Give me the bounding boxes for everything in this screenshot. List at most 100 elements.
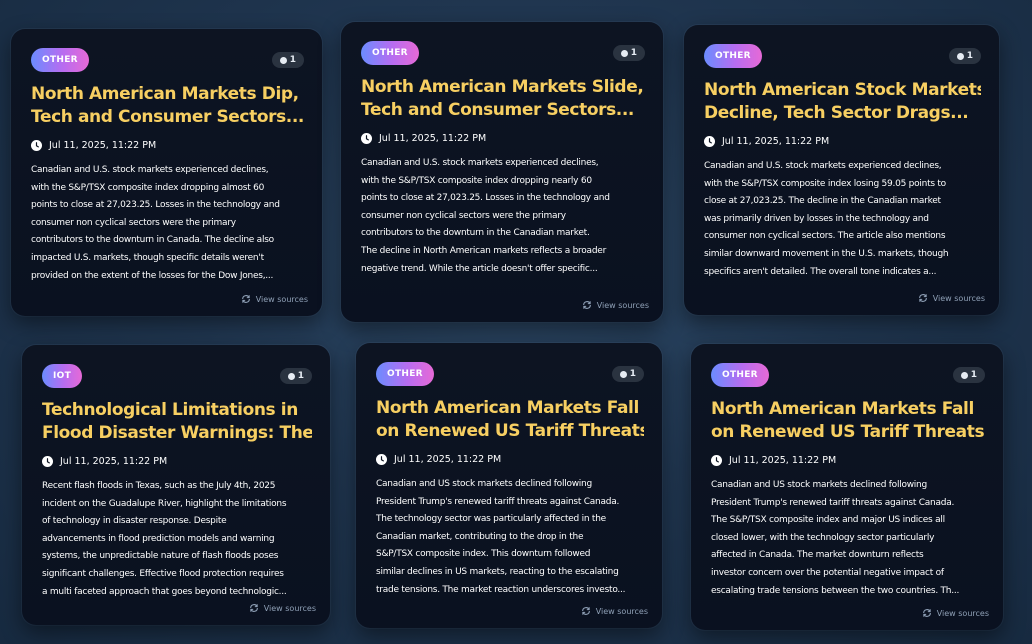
summary-line: escalating trade tensions between the tw…	[711, 585, 960, 596]
clock-icon	[704, 136, 715, 147]
source-count: 1	[629, 369, 636, 379]
refresh-icon	[581, 607, 590, 615]
view-sources-link[interactable]: View sources	[249, 603, 316, 613]
category-tag[interactable]: OTHER	[361, 41, 419, 65]
published-date: Jul 11, 2025, 11:22 PM	[376, 454, 644, 465]
article-title-line: North American Stock Markets	[704, 80, 981, 100]
summary-line: consumer non cyclical sectors were the p…	[31, 217, 236, 228]
article-title-line: North American Markets Dip,	[31, 84, 299, 104]
source-count-badge: 1	[611, 366, 644, 382]
view-sources-label: View sources	[596, 300, 649, 310]
article-title[interactable]: North American Markets Slide, Tech and C…	[361, 76, 645, 122]
category-tag[interactable]: OTHER	[711, 363, 769, 387]
summary-line: points to close at 27,023.25. Losses in …	[361, 193, 610, 204]
refresh-icon	[241, 295, 250, 303]
news-card[interactable]: IOT 1 Technological Limitations in Flood…	[22, 345, 330, 625]
summary-line: was primarily driven by losses in the te…	[704, 213, 929, 224]
summary-line: provided on the extent of the losses for…	[31, 270, 274, 281]
summary-line: closed lower, with the technology sector…	[711, 532, 935, 543]
summary-line: Canadian and U.S. stock markets experien…	[361, 158, 599, 168]
view-sources-link[interactable]: View sources	[581, 606, 648, 616]
category-tag[interactable]: OTHER	[376, 362, 434, 386]
refresh-icon	[582, 301, 591, 309]
article-title-line: Technological Limitations in	[42, 400, 298, 420]
summary-line: trade tensions. The market reaction unde…	[376, 584, 626, 595]
summary-line: affected in Canada. The market downturn …	[711, 550, 924, 561]
news-card[interactable]: OTHER 1 North American Markets Fall on R…	[356, 343, 662, 628]
clock-icon	[42, 456, 53, 467]
published-date: Jul 11, 2025, 11:22 PM	[31, 140, 304, 151]
view-sources-label: View sources	[263, 603, 316, 613]
category-tag[interactable]: IOT	[42, 364, 83, 388]
source-count-badge: 1	[948, 48, 981, 64]
article-summary: Canadian and US stock markets declined f…	[711, 477, 985, 600]
dot-icon	[960, 371, 968, 379]
summary-line: Recent flash floods in Texas, such as th…	[42, 481, 276, 491]
summary-line: contributors to the downturn in the Cana…	[361, 228, 590, 239]
summary-line: systems, the unpredictable nature of fla…	[42, 551, 279, 562]
summary-line: The decline in North American markets re…	[361, 245, 607, 256]
dot-icon	[279, 56, 287, 64]
refresh-icon	[922, 609, 931, 617]
category-tag[interactable]: OTHER	[704, 44, 762, 68]
date-text: Jul 11, 2025, 11:22 PM	[60, 456, 168, 467]
summary-line: Canadian and US stock markets declined f…	[711, 480, 927, 490]
article-title-line: Tech and Consumer Sectors...	[31, 107, 304, 127]
published-date: Jul 11, 2025, 11:22 PM	[711, 455, 985, 466]
article-title[interactable]: North American Stock Markets Decline, Te…	[704, 79, 981, 125]
summary-line: incident on the Guadalupe River, highlig…	[42, 498, 287, 509]
view-sources-link[interactable]: View sources	[918, 293, 985, 303]
summary-line: points to close at 27,023.25. Losses in …	[31, 200, 280, 211]
article-title-line: North American Markets Fall	[711, 399, 974, 419]
refresh-icon	[918, 294, 927, 302]
summary-line: of technology in disaster response. Desp…	[42, 516, 227, 527]
summary-line: The technology sector was particularly a…	[376, 514, 606, 525]
article-summary: Canadian and U.S. stock markets experien…	[31, 162, 304, 285]
summary-line: negative trend. While the article doesn'…	[361, 263, 598, 274]
article-title[interactable]: North American Markets Fall on Renewed U…	[376, 397, 644, 443]
date-text: Jul 11, 2025, 11:22 PM	[394, 454, 502, 465]
summary-line: President Trump's renewed tariff threats…	[711, 497, 955, 508]
article-title[interactable]: North American Markets Dip, Tech and Con…	[31, 83, 304, 129]
source-count-badge: 1	[271, 52, 304, 68]
article-summary: Canadian and US stock markets declined f…	[376, 476, 644, 599]
article-title-line: North American Markets Fall	[376, 398, 639, 418]
date-text: Jul 11, 2025, 11:22 PM	[379, 133, 487, 144]
news-card[interactable]: OTHER 1 North American Stock Markets Dec…	[684, 25, 999, 315]
published-date: Jul 11, 2025, 11:22 PM	[361, 133, 645, 144]
summary-line: similar downward movement in the U.S. ma…	[704, 248, 949, 259]
dot-icon	[287, 372, 295, 380]
view-sources-link[interactable]: View sources	[922, 608, 989, 618]
source-count-badge: 1	[279, 368, 312, 384]
published-date: Jul 11, 2025, 11:22 PM	[704, 136, 981, 147]
card-header: OTHER 1	[376, 361, 644, 387]
summary-line: Canadian market, contributing to the dro…	[376, 531, 584, 542]
source-count: 1	[297, 371, 304, 381]
dot-icon	[619, 370, 627, 378]
view-sources-link[interactable]: View sources	[582, 300, 649, 310]
news-card[interactable]: OTHER 1 North American Markets Fall on R…	[691, 344, 1003, 630]
source-count-badge: 1	[952, 367, 985, 383]
view-sources-label: View sources	[932, 293, 985, 303]
article-title-line: on Renewed US Tariff Threats...	[376, 421, 644, 441]
summary-line: Canadian and U.S. stock markets experien…	[31, 165, 269, 175]
summary-line: with the S&P/TSX composite index droppin…	[31, 182, 265, 193]
summary-line: advancements in flood prediction models …	[42, 533, 275, 544]
view-sources-label: View sources	[255, 294, 308, 304]
article-title[interactable]: Technological Limitations in Flood Disas…	[42, 399, 312, 445]
article-title[interactable]: North American Markets Fall on Renewed U…	[711, 398, 985, 444]
article-summary: Recent flash floods in Texas, such as th…	[42, 478, 312, 601]
summary-line: S&P/TSX composite index. This downturn f…	[376, 549, 591, 560]
view-sources-label: View sources	[936, 608, 989, 618]
summary-line: significant challenges. Effective flood …	[42, 568, 284, 579]
summary-line: contributors to the downturn in Canada. …	[31, 235, 274, 246]
news-card[interactable]: OTHER 1 North American Markets Slide, Te…	[341, 22, 663, 322]
article-title-line: on Renewed US Tariff Threats...	[711, 422, 985, 442]
clock-icon	[711, 455, 722, 466]
news-card[interactable]: OTHER 1 North American Markets Dip, Tech…	[11, 29, 322, 316]
summary-line: investor concern over the potential nega…	[711, 567, 944, 578]
summary-line: specifics aren't detailed. The overall t…	[704, 266, 937, 277]
category-tag[interactable]: OTHER	[31, 48, 89, 72]
view-sources-link[interactable]: View sources	[241, 294, 308, 304]
article-summary: Canadian and U.S. stock markets experien…	[361, 155, 645, 278]
